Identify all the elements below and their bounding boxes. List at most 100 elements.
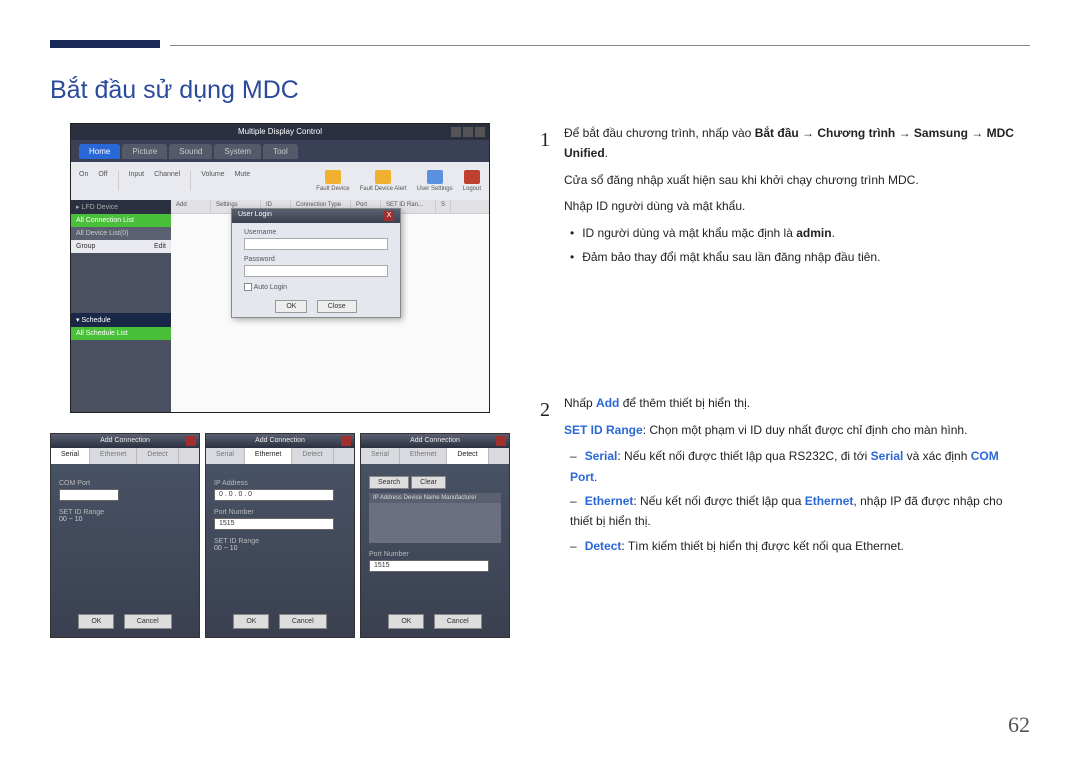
grid-col[interactable]: Add: [171, 200, 211, 213]
autologin-row: Auto Login: [244, 283, 388, 291]
small-screenshots-row: Add Connection Serial Ethernet Detect CO…: [50, 433, 510, 638]
ok-button[interactable]: OK: [78, 614, 114, 629]
dialog-close-icon[interactable]: X: [384, 211, 394, 221]
tab-detect[interactable]: Detect: [292, 448, 333, 464]
bullet-item: ID người dùng và mật khẩu mặc định là ad…: [570, 223, 1020, 243]
sidebar-schedule[interactable]: ▾ Schedule: [71, 313, 171, 327]
dialog-title: Add Connection: [255, 437, 305, 444]
step1-line1a: Để bắt đầu chương trình, nhấp vào: [564, 126, 755, 140]
close-icon[interactable]: [475, 127, 485, 137]
step1-line2: Cửa sổ đăng nhập xuất hiện sau khi khởi …: [564, 170, 1020, 190]
login-dialog: User Login X Username Password: [231, 208, 401, 318]
comport-select[interactable]: [59, 489, 119, 501]
device-grid-body: [369, 503, 501, 543]
main-body: ▸ LFD Device All Connection List All Dev…: [71, 200, 489, 412]
logout-icon[interactable]: Logout: [463, 170, 481, 192]
page-number: 62: [1008, 712, 1030, 738]
tab-tool[interactable]: Tool: [263, 144, 298, 159]
port-input[interactable]: 1515: [214, 518, 334, 530]
close-icon[interactable]: [186, 436, 196, 446]
setid-range[interactable]: 00 ~ 10: [59, 516, 83, 523]
step-1: 1 Để bắt đầu chương trình, nhấp vào Bắt …: [540, 123, 1020, 273]
mute-label: Mute: [235, 171, 251, 191]
bullet-item: Đảm bảo thay đổi mật khẩu sau lần đăng n…: [570, 247, 1020, 267]
close-icon[interactable]: [496, 436, 506, 446]
setid-keyword: SET ID Range: [564, 423, 643, 437]
dialog-title: Add Connection: [100, 437, 150, 444]
window-controls: [451, 127, 485, 137]
bullet-item: Ethernet: Nếu kết nối được thiết lập qua…: [570, 491, 1020, 532]
tab-home[interactable]: Home: [79, 144, 120, 159]
comport-label: COM Port: [59, 480, 191, 487]
ok-button[interactable]: OK: [275, 300, 307, 313]
cancel-button[interactable]: Cancel: [124, 614, 172, 629]
main-app-screenshot: Multiple Display Control Home Picture So…: [70, 123, 490, 413]
sidebar-all-devices[interactable]: All Device List(0): [71, 227, 171, 240]
sidebar-group[interactable]: GroupEdit: [71, 240, 171, 253]
username-input[interactable]: [244, 238, 388, 250]
dialog-title: User Login: [238, 211, 272, 221]
close-button[interactable]: Close: [317, 300, 357, 313]
on-button[interactable]: On: [79, 171, 88, 191]
sidebar-lfd[interactable]: ▸ LFD Device: [71, 200, 171, 214]
bullet-item: Detect: Tìm kiếm thiết bị hiển thị được …: [570, 536, 1020, 556]
user-settings-icon[interactable]: User Settings: [417, 170, 453, 192]
clear-button[interactable]: Clear: [411, 476, 446, 489]
sidebar-schedule-list[interactable]: All Schedule List: [71, 327, 171, 340]
password-field: Password: [244, 256, 388, 277]
tab-serial[interactable]: Serial: [206, 448, 245, 464]
username-label: Username: [244, 229, 276, 236]
dialog-buttons: OK Close: [232, 297, 400, 313]
setid-label: SET ID Range: [59, 509, 191, 516]
tab-detect[interactable]: Detect: [447, 448, 488, 464]
tab-ethernet[interactable]: Ethernet: [90, 448, 137, 464]
search-button[interactable]: Search: [369, 476, 409, 489]
tab-serial[interactable]: Serial: [361, 448, 400, 464]
grid-col: S: [436, 200, 451, 213]
step-number: 1: [540, 123, 550, 273]
minimize-icon[interactable]: [451, 127, 461, 137]
add-connection-serial: Add Connection Serial Ethernet Detect CO…: [50, 433, 200, 638]
section-marker: [50, 40, 160, 48]
setid-label: SET ID Range: [214, 538, 346, 545]
autologin-label: Auto Login: [254, 284, 287, 291]
bullet-item: Serial: Nếu kết nối được thiết lập qua R…: [570, 446, 1020, 487]
page-title: Bắt đầu sử dụng MDC: [50, 76, 1030, 105]
main-tabs: Home Picture Sound System Tool: [71, 140, 489, 162]
input-label: Input: [129, 171, 145, 191]
setid-range[interactable]: 00 ~ 10: [214, 545, 238, 552]
tab-picture[interactable]: Picture: [122, 144, 167, 159]
step-number: 2: [540, 393, 550, 562]
device-grid-header: IP Address Device Name Manufacturer: [369, 493, 501, 503]
tab-detect[interactable]: Detect: [137, 448, 178, 464]
tab-sound[interactable]: Sound: [169, 144, 212, 159]
tab-ethernet[interactable]: Ethernet: [400, 448, 447, 464]
horizontal-rule: [170, 45, 1030, 46]
off-button[interactable]: Off: [98, 171, 107, 191]
password-label: Password: [244, 256, 275, 263]
cancel-button[interactable]: Cancel: [434, 614, 482, 629]
sidebar: ▸ LFD Device All Connection List All Dev…: [71, 200, 171, 412]
password-input[interactable]: [244, 265, 388, 277]
port-input[interactable]: 1515: [369, 560, 489, 572]
close-icon[interactable]: [341, 436, 351, 446]
tab-system[interactable]: System: [214, 144, 261, 159]
ok-button[interactable]: OK: [388, 614, 424, 629]
ip-input[interactable]: 0 . 0 . 0 . 0: [214, 489, 334, 501]
step1-line3: Nhập ID người dùng và mật khẩu.: [564, 196, 1020, 216]
tab-serial[interactable]: Serial: [51, 448, 90, 464]
cancel-button[interactable]: Cancel: [279, 614, 327, 629]
grid-pane: Add Settings ID Connection Type Port SET…: [171, 200, 489, 412]
sidebar-connection-list[interactable]: All Connection List: [71, 214, 171, 227]
fault-alert-icon[interactable]: Fault Device Alert: [360, 170, 407, 192]
dialog-header: User Login X: [232, 209, 400, 223]
maximize-icon[interactable]: [463, 127, 473, 137]
fault-device-icon[interactable]: Fault Device: [316, 170, 349, 192]
screenshots-column: Multiple Display Control Home Picture So…: [50, 123, 510, 638]
ok-button[interactable]: OK: [233, 614, 269, 629]
ip-label: IP Address: [214, 480, 346, 487]
add-keyword: Add: [596, 396, 619, 410]
step-2: 2 Nhấp Add để thêm thiết bị hiển thị. SE…: [540, 393, 1020, 562]
tab-ethernet[interactable]: Ethernet: [245, 448, 292, 464]
autologin-checkbox[interactable]: [244, 283, 252, 291]
